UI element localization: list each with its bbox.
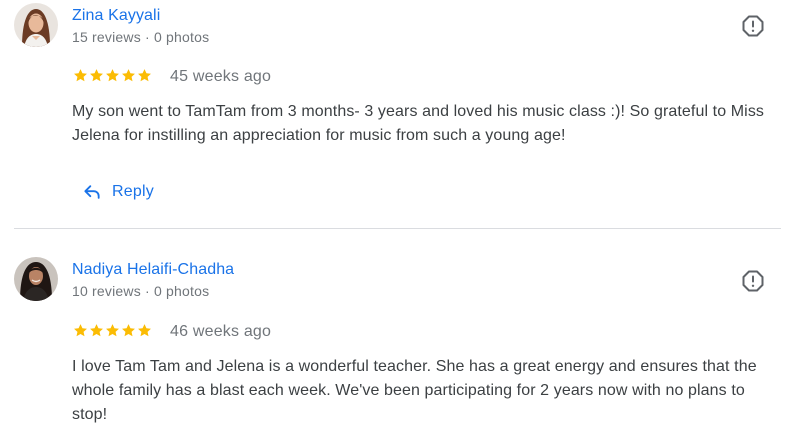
star-icon <box>90 324 103 337</box>
review-date: 45 weeks ago <box>170 68 272 85</box>
star-icon <box>90 69 103 82</box>
reviewer-name[interactable]: Nadiya Helaifi-Chadha <box>72 261 234 279</box>
star-icon <box>122 69 135 82</box>
reply-arrow-icon <box>84 185 100 199</box>
star-icon <box>74 69 87 82</box>
reply-label: Reply <box>112 183 154 200</box>
report-flag-icon[interactable] <box>741 269 765 293</box>
star-rating <box>73 68 152 83</box>
review-card: Nadiya Helaifi-Chadha 10 reviews · 0 pho… <box>0 229 791 433</box>
avatar[interactable] <box>14 3 58 47</box>
star-rating <box>73 323 152 338</box>
reviewer-meta[interactable]: 10 reviews · 0 photos <box>72 283 209 299</box>
review-card: Zina Kayyali 15 reviews · 0 photos 45 we… <box>0 0 791 229</box>
reply-button[interactable]: Reply <box>82 182 154 202</box>
star-icon <box>122 324 135 337</box>
star-icon <box>74 324 87 337</box>
star-icon <box>106 69 119 82</box>
review-text: My son went to TamTam from 3 months- 3 y… <box>72 103 765 144</box>
avatar[interactable] <box>14 257 58 301</box>
star-icon <box>106 324 119 337</box>
report-flag-icon[interactable] <box>741 14 765 38</box>
review-date: 46 weeks ago <box>170 323 272 340</box>
review-text: I love Tam Tam and Jelena is a wonderful… <box>72 358 757 423</box>
reviewer-name[interactable]: Zina Kayyali <box>72 7 160 25</box>
star-icon <box>138 69 151 82</box>
star-icon <box>138 324 151 337</box>
reviewer-meta[interactable]: 15 reviews · 0 photos <box>72 29 209 45</box>
